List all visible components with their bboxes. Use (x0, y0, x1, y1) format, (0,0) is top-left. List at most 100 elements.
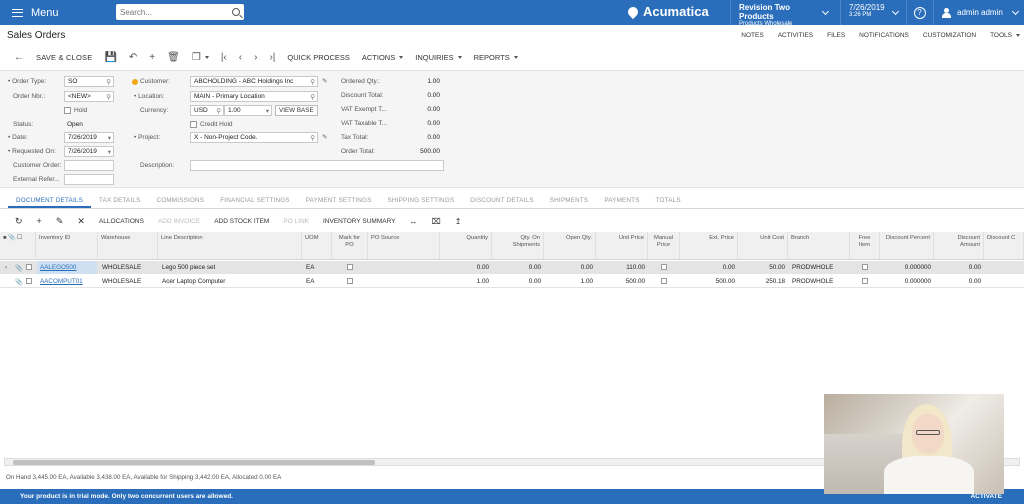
files-link[interactable]: FILES (827, 32, 845, 39)
tab-shipments[interactable]: SHIPMENTS (542, 195, 597, 208)
inventory-summary-button[interactable]: INVENTORY SUMMARY (316, 218, 402, 225)
branch-cell[interactable]: PRODWHOLE (789, 275, 849, 288)
inventory-id-cell[interactable]: AALEGO500 (37, 261, 97, 274)
copy-icon[interactable]: ❐ (186, 48, 215, 66)
delete-row-icon[interactable]: ✕ (70, 216, 92, 227)
header-qty-on-shipments[interactable]: Qty. On Shipments (492, 232, 544, 260)
unit-price-cell[interactable]: 110.00 (596, 261, 648, 274)
tab-payment-settings[interactable]: PAYMENT SETTINGS (298, 195, 380, 208)
mark-for-po-checkbox[interactable] (347, 264, 353, 270)
requested-on-field[interactable]: 7/26/2019 ▾ (64, 146, 114, 157)
manual-price-checkbox[interactable] (661, 278, 667, 284)
date-field[interactable]: 7/26/2019 ▾ (64, 132, 114, 143)
previous-record-icon[interactable]: ‹ (233, 48, 248, 66)
row-select-checkbox[interactable] (26, 264, 32, 270)
notes-link[interactable]: NOTES (741, 32, 763, 39)
free-item-checkbox[interactable] (862, 264, 868, 270)
header-unit-cost[interactable]: Unit Cost (738, 232, 788, 260)
tab-payments[interactable]: PAYMENTS (596, 195, 647, 208)
header-manual-price[interactable]: Manual Price (648, 232, 680, 260)
uom-cell[interactable]: EA (303, 261, 331, 274)
tab-document-details[interactable]: DOCUMENT DETAILS (8, 195, 91, 208)
save-icon[interactable]: 💾 (98, 48, 122, 66)
add-icon[interactable]: + (143, 48, 161, 66)
currency-field[interactable]: USD ⚲ (190, 105, 224, 116)
external-ref-field[interactable] (64, 174, 114, 185)
tab-financial-settings[interactable]: FINANCIAL SETTINGS (212, 195, 298, 208)
discount-amount-cell[interactable]: 0.00 (934, 261, 984, 274)
notifications-link[interactable]: NOTIFICATIONS (859, 32, 909, 39)
next-record-icon[interactable]: › (248, 48, 263, 66)
last-record-icon[interactable]: ›| (263, 48, 281, 66)
delete-icon[interactable]: 🗑 (161, 48, 186, 66)
warehouse-cell[interactable]: WHOLESALE (99, 261, 157, 274)
tenant-selector[interactable]: Revision Two Products Products Wholesale (730, 0, 834, 27)
header-branch[interactable]: Branch (788, 232, 850, 260)
add-stock-item-button[interactable]: ADD STOCK ITEM (207, 218, 276, 225)
ext-price-cell[interactable]: 500.00 (680, 275, 738, 288)
activities-link[interactable]: ACTIVITIES (778, 32, 813, 39)
order-nbr-field[interactable]: <NEW> ⚲ (64, 91, 114, 102)
add-invoice-button[interactable]: ADD INVOICE (151, 218, 207, 225)
tab-commissions[interactable]: COMMISSIONS (149, 195, 213, 208)
warehouse-cell[interactable]: WHOLESALE (99, 275, 157, 288)
edit-icon[interactable]: ✎ (49, 216, 71, 227)
inventory-id-cell[interactable]: AACOMPUT01 (37, 275, 97, 288)
actions-menu[interactable]: ACTIONS (356, 48, 409, 66)
edit-pencil-icon[interactable]: ✎ (322, 77, 327, 85)
help-button[interactable]: ? (906, 0, 932, 25)
header-discount-amount[interactable]: Discount Amount (934, 232, 984, 260)
manual-price-checkbox[interactable] (661, 264, 667, 270)
edit-pencil-icon[interactable]: ✎ (322, 133, 327, 141)
allocations-button[interactable]: ALLOCATIONS (92, 218, 151, 225)
header-unit-price[interactable]: Unit Price (596, 232, 648, 260)
tab-totals[interactable]: TOTALS (648, 195, 689, 208)
customer-order-field[interactable] (64, 160, 114, 171)
header-discount-code[interactable]: Discount C (984, 232, 1024, 260)
quick-process-button[interactable]: QUICK PROCESS (281, 48, 356, 66)
branch-cell[interactable]: PRODWHOLE (789, 261, 849, 274)
global-search[interactable] (116, 4, 244, 20)
project-field[interactable]: X - Non-Project Code. ⚲ (190, 132, 318, 143)
header-uom[interactable]: UOM (302, 232, 332, 260)
header-ext-price[interactable]: Ext. Price (680, 232, 738, 260)
business-date-selector[interactable]: 7/26/2019 3:26 PM (840, 0, 904, 25)
header-line-description[interactable]: Line Description (158, 232, 302, 260)
undo-icon[interactable]: ↶ (123, 48, 143, 66)
header-mark-for-po[interactable]: Mark for PO (332, 232, 368, 260)
tab-discount-details[interactable]: DISCOUNT DETAILS (462, 195, 542, 208)
inquiries-menu[interactable]: INQUIRIES (409, 48, 467, 66)
back-arrow-icon[interactable]: ← (8, 48, 30, 66)
header-inventory-id[interactable]: Inventory ID (36, 232, 98, 260)
tab-tax-details[interactable]: TAX DETAILS (91, 195, 149, 208)
header-po-source[interactable]: PO Source (368, 232, 440, 260)
search-icon[interactable] (232, 8, 240, 16)
activate-button[interactable]: ACTIVATE (970, 493, 1002, 500)
fit-columns-icon[interactable]: ↔ (402, 217, 424, 226)
description-field[interactable] (190, 160, 444, 171)
quantity-cell[interactable]: 0.00 (440, 261, 492, 274)
credit-hold-checkbox[interactable] (190, 121, 197, 128)
mark-for-po-checkbox[interactable] (347, 278, 353, 284)
line-description-cell[interactable]: Acer Laptop Computer (159, 275, 301, 288)
location-field[interactable]: MAIN - Primary Location ⚲ (190, 91, 318, 102)
first-record-icon[interactable]: |‹ (215, 48, 233, 66)
header-quantity[interactable]: Quantity (440, 232, 492, 260)
table-row[interactable]: 📎 AACOMPUT01 WHOLESALE Acer Laptop Compu… (0, 275, 1024, 288)
menu-button[interactable]: Menu (0, 0, 110, 25)
search-input[interactable] (120, 7, 232, 17)
tools-link[interactable]: TOOLS (990, 32, 1020, 39)
view-base-button[interactable]: VIEW BASE (275, 105, 318, 116)
row-select-checkbox[interactable] (26, 278, 32, 284)
uom-cell[interactable]: EA (303, 275, 331, 288)
line-description-cell[interactable]: Lego 500 piece set (159, 261, 301, 274)
scrollbar-thumb[interactable] (13, 460, 375, 465)
header-warehouse[interactable]: Warehouse (98, 232, 158, 260)
discount-percent-cell[interactable]: 0.000000 (880, 261, 934, 274)
add-row-icon[interactable]: + (30, 216, 49, 226)
table-row[interactable]: › 📎 AALEGO500 WHOLESALE Lego 500 piece s… (0, 261, 1024, 274)
customization-link[interactable]: CUSTOMIZATION (923, 32, 976, 39)
user-menu[interactable]: admin admin (933, 0, 1024, 25)
currency-rate-field[interactable]: 1.00 ▾ (224, 105, 272, 116)
order-type-field[interactable]: SO ⚲ (64, 76, 114, 87)
